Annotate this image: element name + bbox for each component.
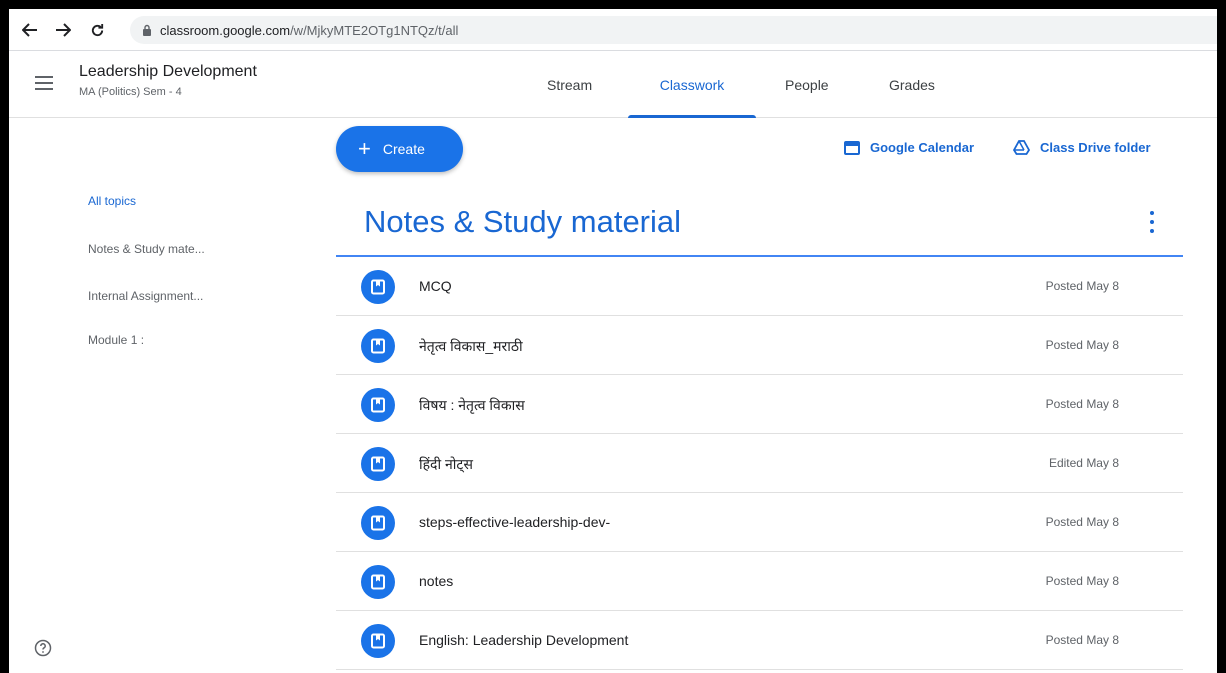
material-icon — [361, 270, 395, 304]
material-status: Posted May 8 — [1045, 633, 1119, 647]
material-title: English: Leadership Development — [419, 632, 629, 648]
material-status: Posted May 8 — [1045, 338, 1119, 352]
reload-icon[interactable] — [86, 19, 108, 41]
material-icon — [361, 447, 395, 481]
material-title: विषय : नेतृत्व विकास — [419, 397, 525, 413]
browser-window: classroom.google.com/w/MjkyMTE2OTg1NTQz/… — [9, 9, 1217, 673]
sidebar-item-internal-assignment[interactable]: Internal Assignment... — [88, 289, 203, 303]
sidebar-item-all-topics[interactable]: All topics — [88, 194, 136, 208]
material-icon — [361, 329, 395, 363]
lock-icon — [143, 24, 151, 36]
material-status: Posted May 8 — [1045, 574, 1119, 588]
material-icon — [361, 506, 395, 540]
material-row[interactable]: steps-effective-leadership-dev- Posted Ma… — [336, 493, 1183, 552]
browser-toolbar: classroom.google.com/w/MjkyMTE2OTg1NTQz/… — [9, 9, 1217, 51]
tab-people[interactable]: People — [761, 52, 853, 118]
sidebar-item-module-1[interactable]: Module 1 : — [88, 333, 144, 347]
sidebar-item-notes[interactable]: Notes & Study mate... — [88, 242, 205, 256]
forward-icon[interactable] — [52, 19, 74, 41]
screenshot-frame: classroom.google.com/w/MjkyMTE2OTg1NTQz/… — [0, 0, 1226, 673]
material-row[interactable]: विषय : नेतृत्व विकास Posted May 8 — [336, 375, 1183, 434]
class-section: MA (Politics) Sem - 4 — [79, 86, 182, 98]
material-icon — [361, 624, 395, 658]
material-row[interactable]: notes Posted May 8 — [336, 552, 1183, 611]
material-title: notes — [419, 573, 454, 589]
tab-stream[interactable]: Stream — [523, 52, 616, 118]
material-row[interactable]: MCQ Posted May 8 — [336, 257, 1183, 316]
material-status: Posted May 8 — [1045, 515, 1119, 529]
plus-icon: + — [358, 136, 371, 161]
material-row[interactable]: English: Leadership Development Posted Ma… — [336, 611, 1183, 670]
more-vert-icon[interactable] — [1147, 211, 1157, 233]
material-status: Edited May 8 — [1048, 456, 1119, 470]
material-row[interactable]: हिंदी नोट्स Edited May 8 — [336, 434, 1183, 493]
material-icon — [361, 565, 395, 599]
tab-classwork[interactable]: Classwork — [628, 52, 756, 118]
address-bar[interactable]: classroom.google.com/w/MjkyMTE2OTg1NTQz/… — [130, 16, 1217, 44]
class-header: Leadership Development MA (Politics) Sem… — [9, 52, 1217, 118]
help-icon[interactable] — [34, 639, 52, 657]
material-status: Posted May 8 — [1045, 397, 1119, 411]
topic-title: Notes & Study material — [364, 204, 682, 239]
create-label: Create — [382, 141, 425, 157]
drive-icon — [1013, 140, 1030, 155]
url-host: classroom.google.com — [160, 22, 291, 38]
menu-icon[interactable] — [35, 76, 53, 90]
material-title: नेतृत्व विकास_मराठी — [419, 338, 523, 354]
url-path: /w/MjkyMTE2OTg1NTQz/t/all — [290, 22, 459, 38]
google-calendar-link[interactable]: Google Calendar — [844, 140, 974, 155]
material-status: Posted May 8 — [1045, 279, 1119, 293]
class-name[interactable]: Leadership Development — [79, 63, 257, 81]
tab-grades[interactable]: Grades — [865, 52, 959, 118]
material-title: हिंदी नोट्स — [419, 456, 473, 472]
material-icon — [361, 388, 395, 422]
material-title: steps-effective-leadership-dev- — [419, 514, 611, 530]
material-row[interactable]: नेतृत्व विकास_मराठी Posted May 8 — [336, 316, 1183, 375]
calendar-icon — [844, 140, 860, 155]
back-icon[interactable] — [19, 19, 41, 41]
material-title: MCQ — [419, 278, 452, 294]
create-button[interactable]: + Create — [336, 126, 463, 172]
class-drive-folder-link[interactable]: Class Drive folder — [1013, 140, 1151, 155]
